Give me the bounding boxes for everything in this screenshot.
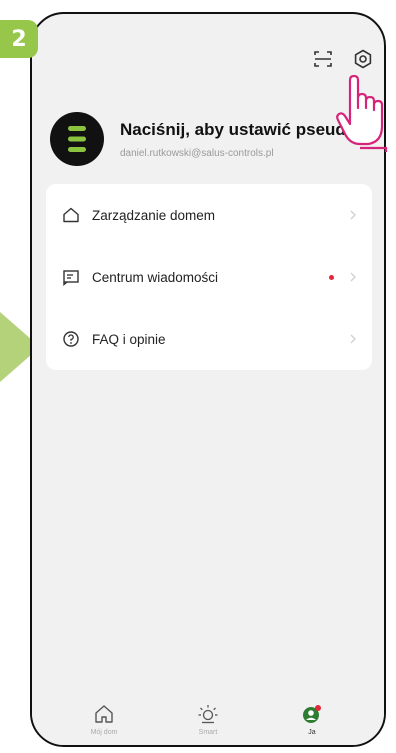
phone-frame: Naciśnij, aby ustawić pseud... daniel.ru… <box>30 12 386 747</box>
message-icon <box>63 270 79 286</box>
profile-header[interactable]: Naciśnij, aby ustawić pseud... daniel.ru… <box>50 104 374 174</box>
chevron-right-icon <box>350 334 356 344</box>
profile-email: daniel.rutkowski@salus-controls.pl <box>120 147 274 159</box>
home-icon <box>95 705 113 723</box>
tab-my-home[interactable]: Mój dom <box>74 695 134 736</box>
tab-label: Smart <box>198 729 218 736</box>
step-number-badge: 2 <box>0 20 38 58</box>
help-icon <box>63 331 79 347</box>
chevron-right-icon <box>350 210 356 220</box>
menu-item-label: FAQ i opinie <box>92 331 166 347</box>
sun-icon <box>198 705 218 724</box>
user-icon <box>303 705 321 723</box>
top-bar <box>312 48 374 70</box>
menu-item-home-management[interactable]: Zarządzanie domem <box>46 184 372 246</box>
tab-me[interactable]: Ja <box>282 695 342 736</box>
menu-item-message-center[interactable]: Centrum wiadomości <box>46 246 372 308</box>
unread-badge <box>329 274 334 280</box>
avatar[interactable] <box>50 112 104 166</box>
scan-icon[interactable] <box>312 48 334 70</box>
home-icon <box>63 207 79 223</box>
salus-logo-icon <box>68 126 86 152</box>
tab-smart[interactable]: Smart <box>178 695 238 736</box>
menu-card: Zarządzanie domem Centrum wiadomości FAQ… <box>46 184 372 370</box>
pointing-hand-icon <box>336 74 388 152</box>
menu-item-label: Zarządzanie domem <box>92 207 216 223</box>
menu-item-label: Centrum wiadomości <box>92 269 219 285</box>
tab-label: Mój dom <box>90 729 118 736</box>
chevron-right-icon <box>350 272 356 282</box>
settings-icon[interactable] <box>352 48 374 70</box>
tab-label: Ja <box>308 729 316 736</box>
menu-item-faq[interactable]: FAQ i opinie <box>46 308 372 370</box>
bottom-tab-bar: Mój dom Smart Ja <box>32 695 384 745</box>
profile-name[interactable]: Naciśnij, aby ustawić pseud... <box>120 120 360 140</box>
